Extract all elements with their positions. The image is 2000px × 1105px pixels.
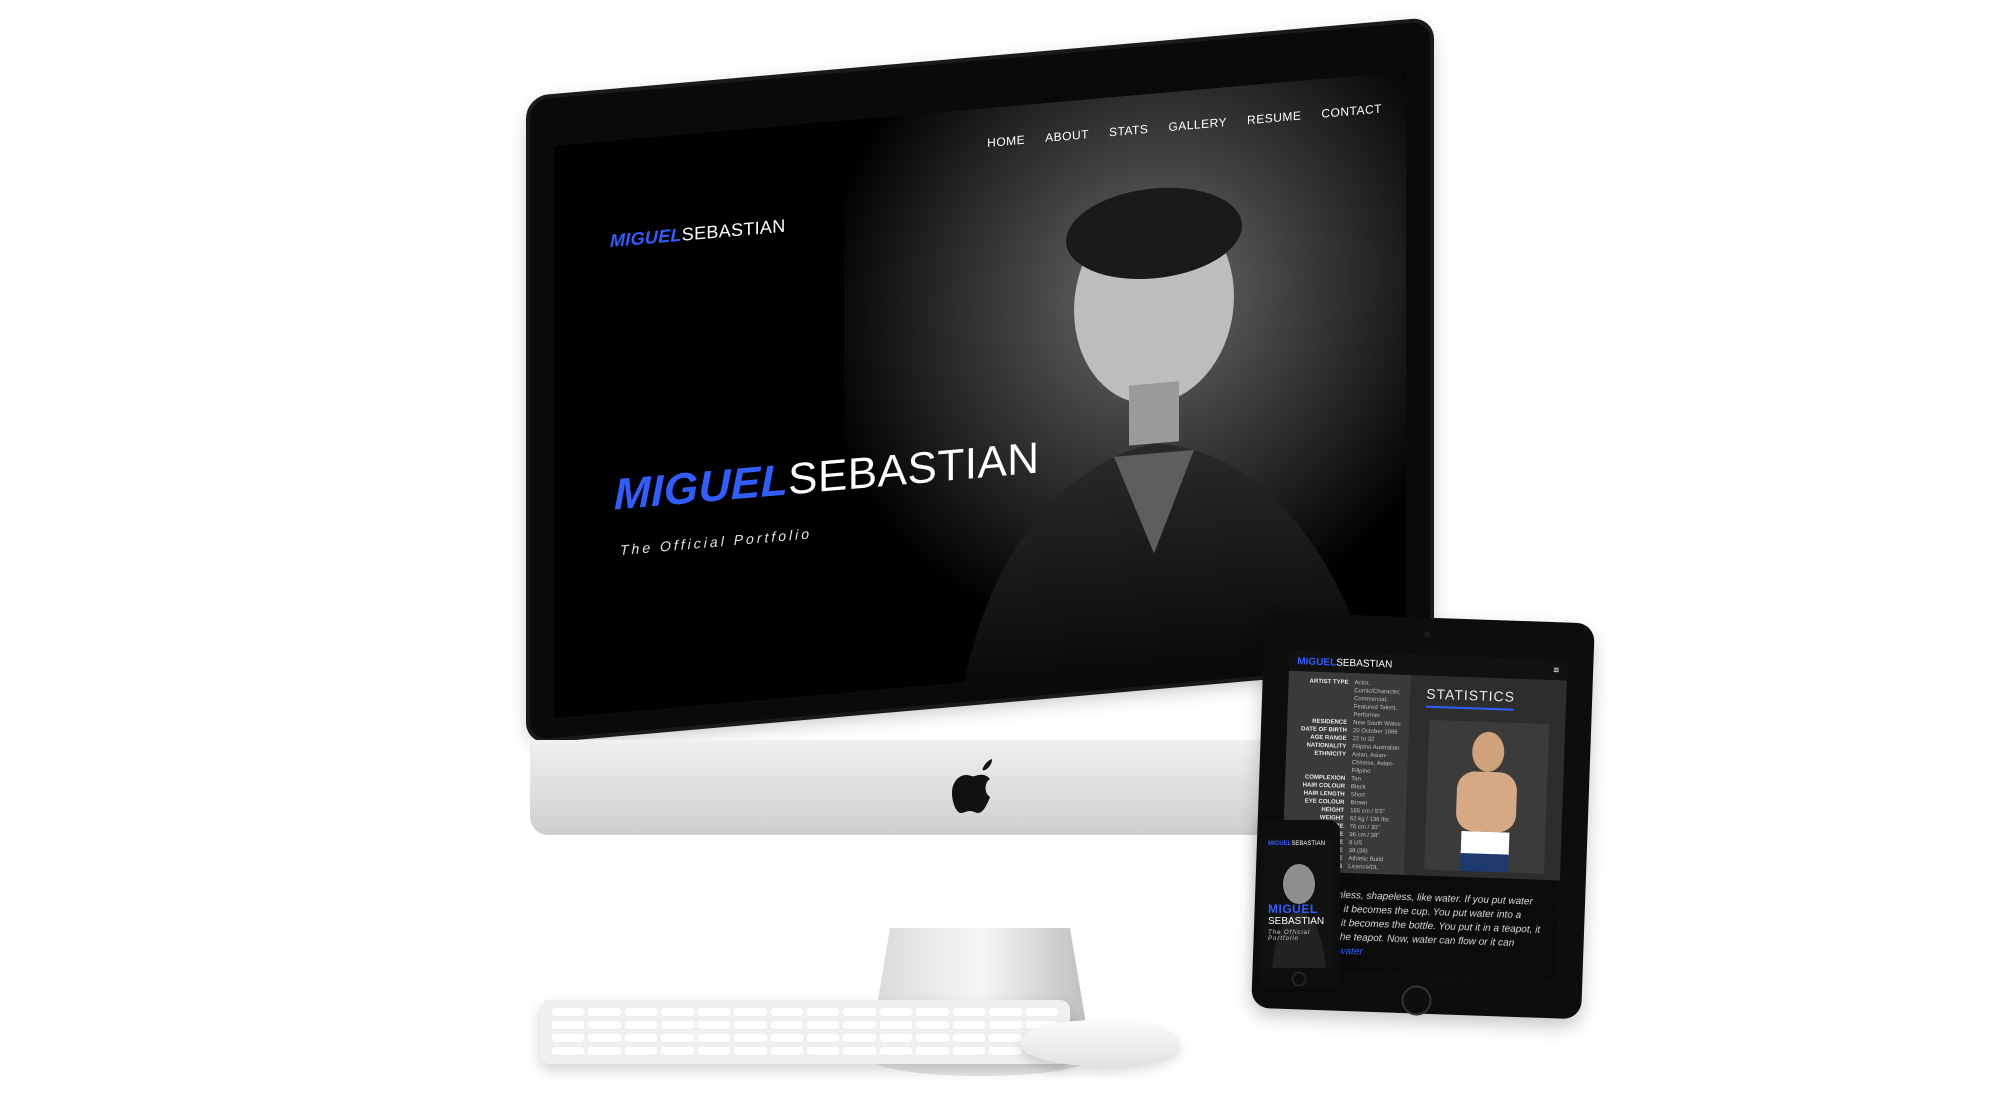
key [952,1021,986,1030]
iphone-topbar: MIGUEL SEBASTIAN [1264,838,1334,850]
product-mockup-stage: MIGUELSEBASTIAN HOME ABOUT STATS GALLERY… [0,0,2000,1105]
key [952,1008,986,1017]
key [806,1021,840,1030]
stat-key: ETHNICITY [1314,750,1347,758]
key [624,1008,658,1017]
key [989,1008,1022,1017]
key [989,1021,1022,1030]
key [552,1008,585,1017]
key [661,1047,694,1056]
key [989,1034,1022,1043]
key [916,1034,949,1043]
hero-first: MIGUEL [614,455,789,520]
home-button-icon [1401,985,1433,1017]
ipad-logo-first: MIGUEL [1297,655,1337,669]
key [879,1034,913,1043]
key [552,1047,585,1056]
key [916,1021,949,1030]
key [952,1047,986,1056]
home-button-icon [1292,972,1306,986]
key [734,1021,767,1030]
key [661,1021,694,1030]
iphone-hero-tagline: The Official Portfolio [1268,930,1311,942]
key [843,1021,876,1030]
key [806,1008,840,1017]
key [697,1034,731,1043]
key [588,1021,621,1030]
stat-row: ARTIST TYPE Actor, Comic/Character, Comme… [1293,677,1404,721]
key [734,1047,767,1056]
stats-photo [1424,719,1550,874]
key [552,1034,585,1043]
key [661,1034,694,1043]
stat-value: Actor, Comic/Character, Commercial, Feat… [1353,680,1401,720]
key [843,1008,876,1017]
stats-panel: STATISTICS [1403,675,1567,881]
keyboard-icon [540,1000,1070,1064]
key [624,1034,658,1043]
key [806,1047,840,1056]
stats-title: STATISTICS [1425,685,1516,705]
stat-value: Asian, Asian-Chinese, Asian-Filipino [1351,752,1394,775]
logo-first: MIGUEL [610,224,682,252]
key [916,1008,949,1017]
key [916,1047,949,1056]
keyboard-keys [552,1008,1058,1056]
key [843,1034,876,1043]
hamburger-icon[interactable]: ≡ [1553,665,1559,676]
iphone-screen: MIGUEL SEBASTIAN MIGUEL SEBASTIAN The Off… [1264,838,1334,968]
key [770,1008,803,1017]
key [989,1047,1022,1056]
key [734,1008,767,1017]
camera-icon [1424,631,1431,638]
key [952,1034,986,1043]
key [1025,1008,1058,1017]
stat-value: Licence/DL [1348,864,1379,872]
stats-underline [1425,705,1514,711]
key [552,1021,585,1030]
key [879,1021,913,1030]
key [843,1047,876,1056]
hero-portrait [844,71,1406,693]
stat-key: ARTIST TYPE [1309,678,1349,686]
key [624,1047,658,1056]
key [697,1047,731,1056]
iphone-hero-first: MIGUEL [1268,902,1318,916]
logo-last: SEBASTIAN [681,215,786,245]
apple-logo-icon [952,759,992,813]
key [879,1008,913,1017]
key [697,1008,731,1017]
ipad-logo-last: SEBASTIAN [1335,657,1393,670]
key [697,1021,731,1030]
key [588,1034,621,1043]
key [770,1021,803,1030]
key [588,1008,621,1017]
iphone-hero-last: SEBASTIAN [1268,916,1325,927]
key [661,1008,694,1017]
key [879,1047,913,1056]
key [770,1047,803,1056]
key [806,1034,840,1043]
iphone-device: MIGUEL SEBASTIAN MIGUEL SEBASTIAN The Off… [1258,820,1340,988]
key [770,1034,803,1043]
iphone-logo-last: SEBASTIAN [1291,841,1326,847]
key [734,1034,767,1043]
key [624,1021,658,1030]
key [588,1047,621,1056]
iphone-logo-first: MIGUEL [1268,841,1292,847]
mouse-icon [1020,1020,1180,1066]
ipad-logo[interactable]: MIGUELSEBASTIAN [1297,656,1392,670]
hero-tagline: The Official Portfolio [620,525,813,559]
site-logo-small[interactable]: MIGUELSEBASTIAN [610,216,786,252]
